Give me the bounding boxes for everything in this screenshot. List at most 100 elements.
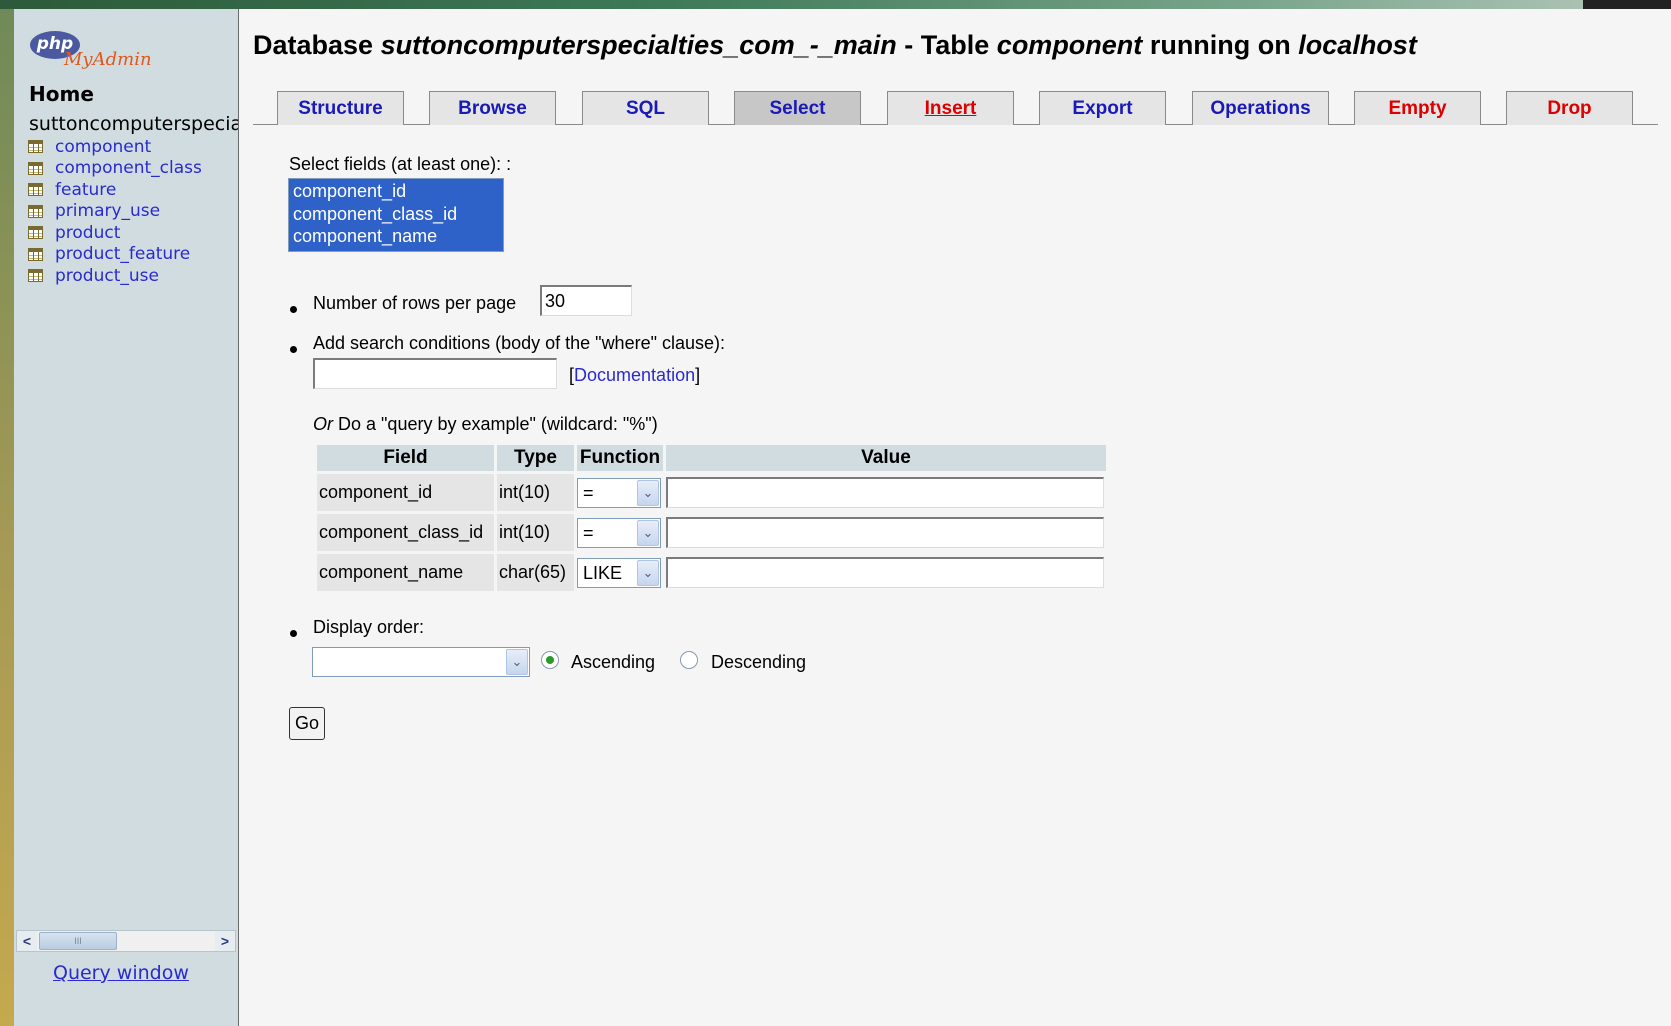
top-right-strip <box>1583 0 1671 9</box>
table-icon[interactable] <box>28 183 43 197</box>
field-cell: component_id <box>317 474 494 511</box>
function-cell: = ⌄ <box>577 514 663 551</box>
table-icon[interactable] <box>28 269 43 283</box>
column-header-function: Function <box>577 445 663 471</box>
table-row: component_class_id int(10) = ⌄ <box>317 514 1106 551</box>
function-select[interactable]: LIKE ⌄ <box>577 557 661 588</box>
rows-per-page-label: Number of rows per page <box>313 293 517 313</box>
table-link-feature[interactable]: feature <box>55 180 116 200</box>
function-value: = <box>583 522 594 543</box>
field-cell: component_class_id <box>317 514 494 551</box>
table-icon[interactable] <box>28 226 43 240</box>
function-cell: LIKE ⌄ <box>577 554 663 591</box>
descending-label[interactable]: Descending <box>711 652 806 673</box>
scroll-right-arrow-icon[interactable]: > <box>215 931 235 951</box>
tab-label: Browse <box>458 98 527 119</box>
table-link-component[interactable]: component <box>55 137 151 157</box>
table-link-product-use[interactable]: product_use <box>55 266 159 286</box>
value-input[interactable] <box>666 557 1104 588</box>
chevron-down-icon[interactable]: ⌄ <box>637 519 659 546</box>
table-list-item: product_use <box>28 265 202 287</box>
table-icon[interactable] <box>28 204 43 218</box>
table-header-row: Field Type Function Value <box>317 445 1106 471</box>
phpmyadmin-logo[interactable]: php MyAdmin <box>30 31 160 81</box>
select-fields-list[interactable]: component_id component_class_id componen… <box>288 178 504 252</box>
table-link-product-feature[interactable]: product_feature <box>55 244 190 264</box>
documentation-link[interactable]: Documentation <box>574 365 695 385</box>
bullet-icon <box>290 346 297 353</box>
tab-label: Export <box>1072 98 1133 119</box>
home-link[interactable]: Home <box>29 82 94 106</box>
tab-drop[interactable]: Drop <box>1506 91 1633 125</box>
tab-browse[interactable]: Browse <box>429 91 556 125</box>
rows-per-page-input[interactable]: 30 <box>540 285 632 316</box>
function-value: LIKE <box>583 562 623 583</box>
value-cell <box>666 554 1106 591</box>
chevron-down-icon[interactable]: ⌄ <box>637 559 659 586</box>
display-order-label: Display order: <box>313 617 425 637</box>
ascending-label[interactable]: Ascending <box>571 652 655 673</box>
go-button[interactable]: Go <box>289 707 325 740</box>
tab-label: Structure <box>298 98 383 119</box>
sidebar-horizontal-scrollbar[interactable]: < III > <box>16 930 236 952</box>
table-link-primary-use[interactable]: primary_use <box>55 201 160 221</box>
table-row: component_id int(10) = ⌄ <box>317 474 1106 511</box>
documentation-link-wrapper: [Documentation] <box>569 365 700 386</box>
desktop-edge <box>0 9 14 1026</box>
chevron-down-icon[interactable]: ⌄ <box>637 479 659 506</box>
table-icon[interactable] <box>28 140 43 154</box>
function-select[interactable]: = ⌄ <box>577 517 661 548</box>
search-conditions-input[interactable] <box>313 358 557 389</box>
value-cell <box>666 514 1106 551</box>
title-separator: - Table <box>904 30 990 60</box>
title-table: component <box>996 30 1143 60</box>
tab-export[interactable]: Export <box>1039 91 1166 125</box>
title-database: suttoncomputerspecialties_com_-_main <box>380 30 897 60</box>
value-cell <box>666 474 1106 511</box>
table-icon[interactable] <box>28 247 43 261</box>
table-link-component-class[interactable]: component_class <box>55 158 202 178</box>
field-cell: component_name <box>317 554 494 591</box>
tab-insert[interactable]: Insert <box>887 91 1014 125</box>
table-row: component_name char(65) LIKE ⌄ <box>317 554 1106 591</box>
tab-structure[interactable]: Structure <box>277 91 404 125</box>
descending-radio[interactable] <box>680 651 698 669</box>
sidebar-database-name[interactable]: suttoncomputerspecialties_com_-_main <box>29 113 238 135</box>
type-cell: int(10) <box>497 474 574 511</box>
title-running: running on <box>1149 30 1291 60</box>
title-host: localhost <box>1298 30 1417 60</box>
value-input[interactable] <box>666 517 1104 548</box>
doc-bracket-close: ] <box>695 365 701 385</box>
table-list-item: primary_use <box>28 201 202 223</box>
table-icon[interactable] <box>28 161 43 175</box>
type-cell: int(10) <box>497 514 574 551</box>
column-header-value: Value <box>666 445 1106 471</box>
field-option[interactable]: component_name <box>293 225 499 248</box>
table-link-product[interactable]: product <box>55 223 120 243</box>
tab-sql[interactable]: SQL <box>582 91 709 125</box>
value-input[interactable] <box>666 477 1104 508</box>
bullet-icon <box>290 306 297 313</box>
field-option[interactable]: component_class_id <box>293 203 499 226</box>
scrollbar-thumb[interactable]: III <box>39 932 117 950</box>
logo-myadmin-text: MyAdmin <box>64 49 152 70</box>
field-option[interactable]: component_id <box>293 180 499 203</box>
tab-label: Empty <box>1388 98 1447 119</box>
tab-empty[interactable]: Empty <box>1354 91 1481 125</box>
chevron-down-icon[interactable]: ⌄ <box>506 649 528 675</box>
title-prefix: Database <box>253 30 374 60</box>
tab-label: SQL <box>625 98 666 119</box>
ascending-radio[interactable] <box>541 651 559 669</box>
function-cell: = ⌄ <box>577 474 663 511</box>
qbe-label: Or Do a "query by example" (wildcard: "%… <box>313 414 658 435</box>
table-list-item: product_feature <box>28 244 202 266</box>
display-order-select[interactable]: ⌄ <box>312 647 530 677</box>
column-header-type: Type <box>497 445 574 471</box>
function-select[interactable]: = ⌄ <box>577 477 661 508</box>
tab-operations[interactable]: Operations <box>1192 91 1329 125</box>
query-window-link[interactable]: Query window <box>53 962 189 984</box>
tab-select[interactable]: Select <box>734 91 861 125</box>
table-list-item: feature <box>28 179 202 201</box>
tab-label: Drop <box>1547 98 1592 119</box>
scroll-left-arrow-icon[interactable]: < <box>17 931 37 951</box>
